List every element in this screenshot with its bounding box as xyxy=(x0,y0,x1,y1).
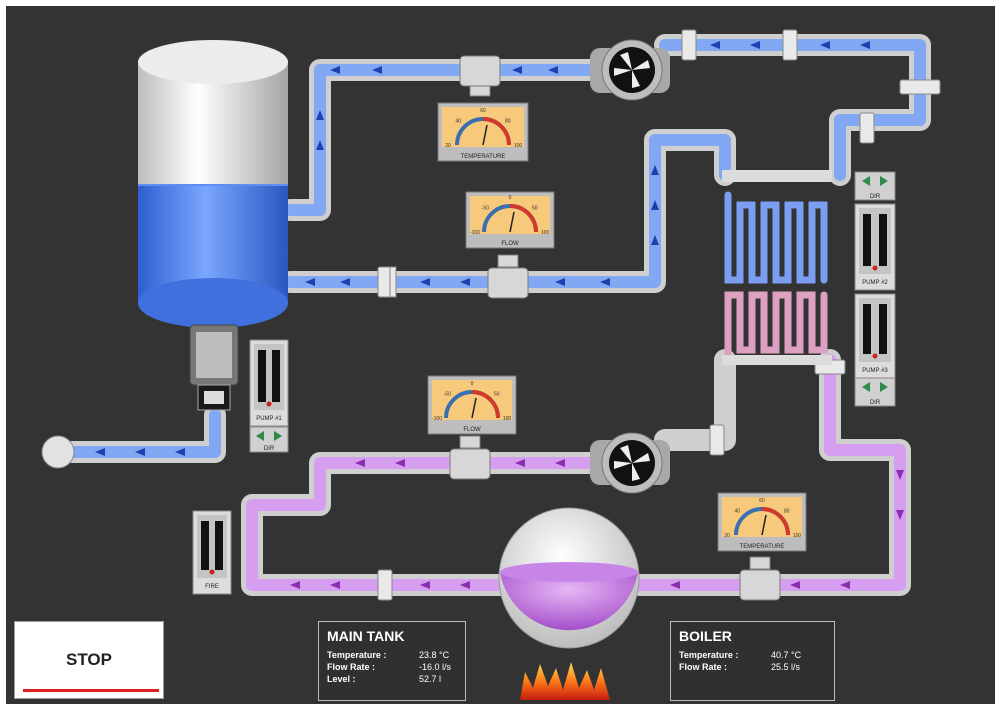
upper-flow-gauge: -100 -50 0 50 100 FLOW xyxy=(465,191,555,249)
lower-flow-gauge: -100 -50 0 50 100 FLOW xyxy=(427,375,517,435)
gauge-tick-label: 100 xyxy=(503,416,512,422)
process-diagram: 20406080100TEMPERATURE-100-50050100FLOW-… xyxy=(6,6,995,704)
gauge-tick-label: 80 xyxy=(505,118,511,124)
pump1-switch[interactable]: PUMP #1 xyxy=(249,339,289,427)
gauge-tick-label: 0 xyxy=(509,195,512,201)
pump-fan-lower xyxy=(590,432,670,494)
stop-button-label: STOP xyxy=(66,650,112,669)
main-tank-level-label: Level : xyxy=(327,674,356,684)
pump2-switch[interactable]: PUMP #2 xyxy=(854,203,896,291)
fire-switch[interactable]: FIRE xyxy=(192,510,232,595)
main-tank-temp-value: 23.8 °C xyxy=(419,650,450,660)
boiler-flow-value: 25.5 l/s xyxy=(771,662,801,672)
boiler-panel: BOILER Temperature : 40.7 °C Flow Rate : 2… xyxy=(670,621,835,701)
pump3-direction-toggle[interactable]: DIR xyxy=(854,377,896,407)
stop-button[interactable]: STOP xyxy=(14,621,164,699)
inlet-elbow xyxy=(41,435,75,469)
gauge-tick-label: 40 xyxy=(734,508,740,514)
switch-label: PUMP #3 xyxy=(862,368,888,374)
boiler-temp-label: Temperature : xyxy=(679,650,739,660)
gauge-tick-label: 0 xyxy=(471,381,474,387)
main-tank-temp-label: Temperature : xyxy=(327,650,387,660)
main-tank-panel: MAIN TANK Temperature : 23.8 °C Flow Rate… xyxy=(318,621,466,701)
boiler-title: BOILER xyxy=(679,628,732,644)
gauge-tick-label: -50 xyxy=(444,391,451,397)
direction-label: DIR xyxy=(870,400,881,406)
pump1-direction-toggle[interactable]: DIR xyxy=(249,426,289,453)
gauge-tick-label: 50 xyxy=(494,391,500,397)
gauge-tick-label: 100 xyxy=(793,533,802,539)
pump3-switch[interactable]: PUMP #3 xyxy=(854,293,896,379)
pump-fan-upper xyxy=(590,39,670,101)
gauge-tick-label: 100 xyxy=(541,230,550,236)
switch-label: PUMP #2 xyxy=(862,280,888,286)
gauge-tick-label: 60 xyxy=(759,498,765,504)
gauge-tick-label: 60 xyxy=(480,108,486,114)
main-tank-level-value: 52.7 l xyxy=(419,674,442,684)
gauge-tick-label: -100 xyxy=(432,416,442,422)
boiler-vessel xyxy=(498,507,640,649)
stop-indicator-bar xyxy=(23,689,159,692)
main-tank xyxy=(138,40,288,328)
pump2-direction-toggle[interactable]: DIR xyxy=(854,171,896,201)
gauge-tick-label: 20 xyxy=(445,143,451,149)
gauge-tick-label: -50 xyxy=(482,205,489,211)
gauge-label: FLOW xyxy=(463,427,481,433)
boiler-flow-label: Flow Rate : xyxy=(679,662,728,672)
gauge-tick-label: 20 xyxy=(724,533,730,539)
direction-label: DIR xyxy=(870,194,881,200)
gauge-tick-label: 80 xyxy=(784,508,790,514)
gauge-tick-label: -100 xyxy=(470,230,480,236)
top-temperature-gauge: 20 40 60 80 100 TEMPERATURE xyxy=(437,102,529,162)
gauge-label: TEMPERATURE xyxy=(740,544,785,550)
gauge-label: FLOW xyxy=(501,241,519,247)
main-tank-title: MAIN TANK xyxy=(327,628,405,644)
gauge-tick-label: 40 xyxy=(455,118,461,124)
main-tank-flow-label: Flow Rate : xyxy=(327,662,376,672)
main-tank-flow-value: -16.0 l/s xyxy=(419,662,452,672)
switch-label: PUMP #1 xyxy=(256,416,282,422)
gauge-label: TEMPERATURE xyxy=(461,154,506,160)
switch-label: FIRE xyxy=(205,584,219,590)
direction-label: DIR xyxy=(264,446,275,452)
boiler-temp-value: 40.7 °C xyxy=(771,650,802,660)
boiler-temperature-gauge: 20 40 60 80 100 TEMPERATURE xyxy=(717,492,807,552)
gauge-tick-label: 100 xyxy=(514,143,523,149)
gauge-tick-label: 50 xyxy=(532,205,538,211)
